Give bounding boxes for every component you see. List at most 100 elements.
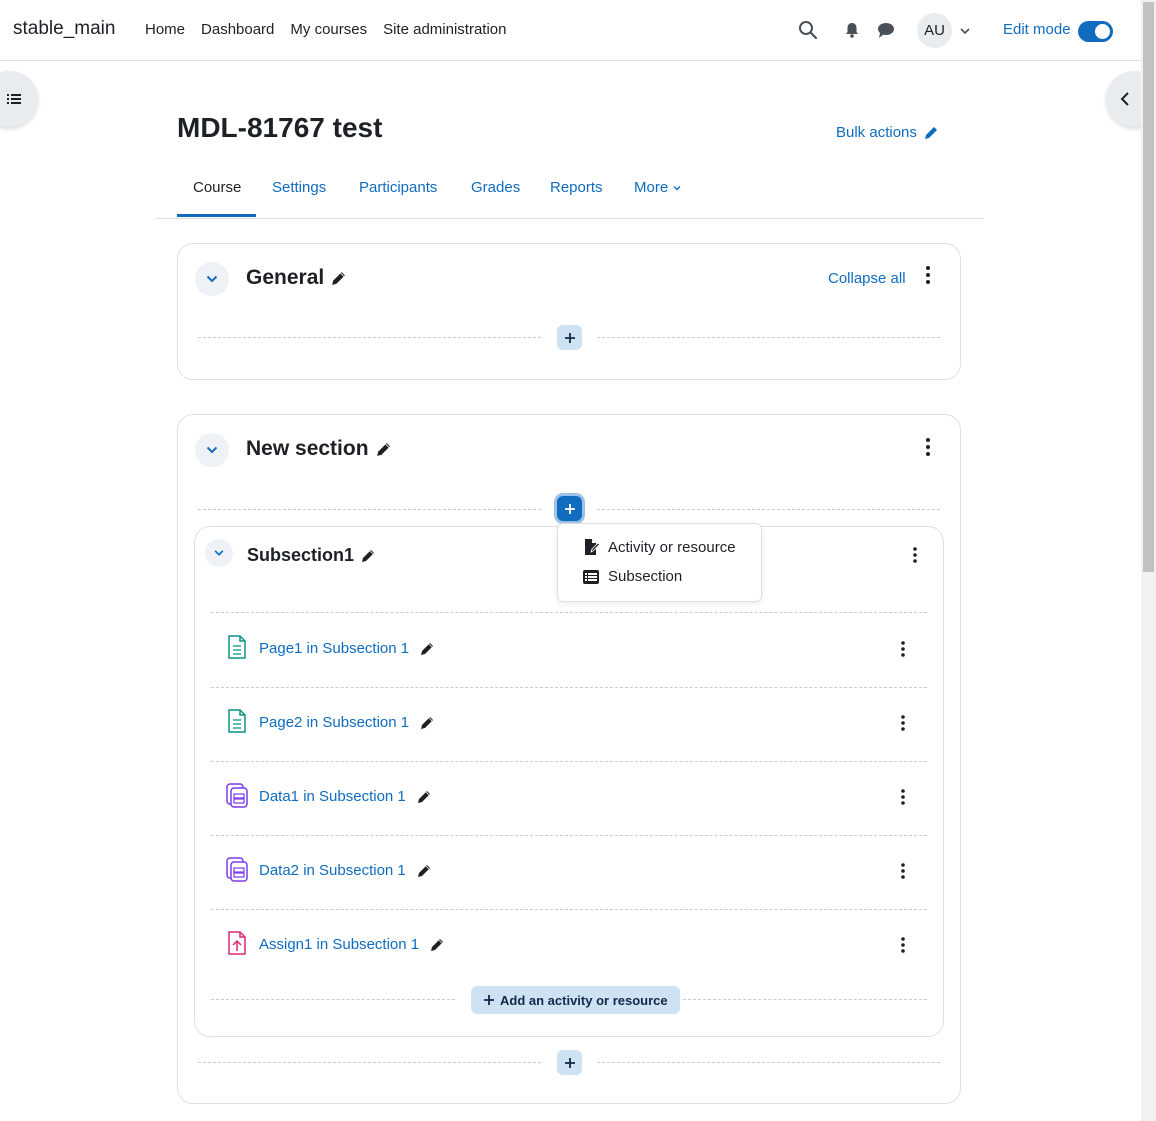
divider: [198, 1062, 541, 1063]
nav-link-dashboard[interactable]: Dashboard: [201, 21, 274, 38]
list-icon: [7, 94, 21, 104]
divider: [597, 337, 940, 338]
plus-icon: [564, 1057, 575, 1068]
activity-link[interactable]: Assign1 in Subsection 1: [259, 936, 445, 953]
chevron-left-icon: [1120, 92, 1129, 106]
subsection-menu-kebab-icon[interactable]: [907, 547, 923, 567]
top-navbar: stable_main Home Dashboard My courses Si…: [0, 0, 1141, 61]
tab-grades[interactable]: Grades: [471, 179, 520, 196]
user-avatar[interactable]: AU: [917, 13, 952, 48]
activity-row: Assign1 in Subsection 1: [211, 909, 927, 983]
search-icon[interactable]: [798, 20, 818, 40]
activity-menu-kebab-icon[interactable]: [895, 715, 911, 735]
subsection-collapse-button[interactable]: [205, 539, 233, 567]
pencil-icon[interactable]: [419, 715, 435, 731]
pencil-icon[interactable]: [330, 270, 347, 287]
edit-mode-toggle[interactable]: [1078, 21, 1113, 42]
divider: [198, 337, 541, 338]
dropdown-item-subsection[interactable]: Subsection: [582, 568, 682, 585]
plus-icon: [484, 995, 494, 1005]
section-collapse-button[interactable]: [195, 262, 229, 296]
pencil-icon[interactable]: [360, 548, 376, 564]
page-scrollbar-thumb[interactable]: [1143, 2, 1154, 572]
section-title-new-section: New section: [246, 437, 392, 461]
site-name[interactable]: stable_main: [13, 18, 115, 40]
subsection-title-text: Subsection1: [247, 545, 355, 565]
pencil-icon: [924, 126, 937, 139]
pencil-icon[interactable]: [429, 937, 445, 953]
tab-reports[interactable]: Reports: [550, 179, 603, 196]
activity-link[interactable]: Data1 in Subsection 1: [259, 788, 432, 805]
section-title-general: General: [246, 266, 347, 290]
assignment-icon: [228, 931, 246, 955]
pencil-icon[interactable]: [419, 641, 435, 657]
activity-menu-kebab-icon[interactable]: [895, 789, 911, 809]
add-activity-button[interactable]: Add an activity or resource: [471, 986, 680, 1014]
chevron-down-icon[interactable]: [959, 25, 971, 37]
activity-name: Data1 in Subsection 1: [259, 788, 406, 805]
activity-link[interactable]: Page2 in Subsection 1: [259, 714, 435, 731]
activity-link[interactable]: Data2 in Subsection 1: [259, 862, 432, 879]
section-menu-kebab-icon[interactable]: [920, 438, 936, 458]
nav-link-home[interactable]: Home: [145, 21, 185, 38]
add-content-button[interactable]: [557, 325, 582, 350]
tab-course[interactable]: Course: [193, 179, 241, 196]
chevron-down-icon: [214, 550, 224, 556]
activity-row: Data1 in Subsection 1: [211, 761, 927, 835]
edit-mode-label: Edit mode: [1003, 21, 1071, 38]
section-title-text: New section: [246, 437, 369, 460]
database-icon: [226, 857, 248, 882]
chevron-down-icon: [206, 446, 218, 454]
list-alt-icon: [583, 569, 599, 584]
pencil-icon[interactable]: [416, 789, 432, 805]
add-activity-label: Add an activity or resource: [500, 992, 668, 1008]
tab-more-label: More: [634, 179, 669, 196]
page-icon: [228, 635, 246, 659]
course-index-drawer-toggle[interactable]: [0, 71, 38, 127]
collapse-all-link[interactable]: Collapse all: [828, 270, 906, 287]
divider: [198, 509, 541, 510]
page-title: MDL-81767 test: [177, 112, 383, 143]
active-tab-indicator: [177, 214, 256, 217]
primary-navigation: Home Dashboard My courses Site administr…: [145, 21, 507, 38]
dropdown-item-label: Subsection: [608, 568, 683, 585]
plus-icon: [564, 332, 575, 343]
section-general: General Collapse all: [177, 243, 961, 380]
subsection-title: Subsection1: [247, 545, 376, 566]
divider: [211, 999, 455, 1000]
tab-more[interactable]: More: [634, 179, 682, 196]
activity-menu-kebab-icon[interactable]: [895, 641, 911, 661]
subsection-card: Subsection1 Page1 in Subsection 1 Page2 …: [194, 526, 944, 1037]
secondary-navigation: Course Settings Participants Grades Repo…: [155, 168, 984, 219]
section-menu-kebab-icon[interactable]: [920, 266, 936, 286]
add-content-dropdown: Activity or resource Subsection: [557, 523, 762, 602]
nav-link-site-administration[interactable]: Site administration: [383, 21, 506, 38]
tab-settings[interactable]: Settings: [272, 179, 326, 196]
messages-icon[interactable]: [877, 21, 895, 39]
page-icon: [228, 709, 246, 733]
add-content-button[interactable]: [557, 1050, 582, 1075]
section-title-text: General: [246, 266, 325, 289]
pencil-icon[interactable]: [416, 863, 432, 879]
notification-bell-icon[interactable]: [843, 21, 861, 39]
bulk-actions-button[interactable]: Bulk actions: [836, 124, 939, 141]
pencil-icon[interactable]: [375, 441, 392, 458]
activity-menu-kebab-icon[interactable]: [895, 937, 911, 957]
activity-name: Page2 in Subsection 1: [259, 714, 410, 731]
tab-participants[interactable]: Participants: [359, 179, 437, 196]
activity-row: Page1 in Subsection 1: [211, 613, 927, 687]
add-content-button-active[interactable]: [557, 496, 582, 521]
dropdown-item-label: Activity or resource: [608, 538, 736, 556]
activity-row: Page2 in Subsection 1: [211, 687, 927, 761]
divider: [597, 509, 940, 510]
section-collapse-button[interactable]: [195, 433, 229, 467]
divider: [597, 1062, 940, 1063]
nav-link-my-courses[interactable]: My courses: [290, 21, 367, 38]
activity-name: Assign1 in Subsection 1: [259, 936, 420, 953]
activity-menu-kebab-icon[interactable]: [895, 863, 911, 883]
activity-name: Data2 in Subsection 1: [259, 862, 406, 879]
chevron-down-icon: [206, 275, 218, 283]
chevron-down-icon: [673, 185, 681, 190]
activity-link[interactable]: Page1 in Subsection 1: [259, 640, 435, 657]
dropdown-item-activity-or-resource[interactable]: Activity or resource: [582, 538, 736, 556]
